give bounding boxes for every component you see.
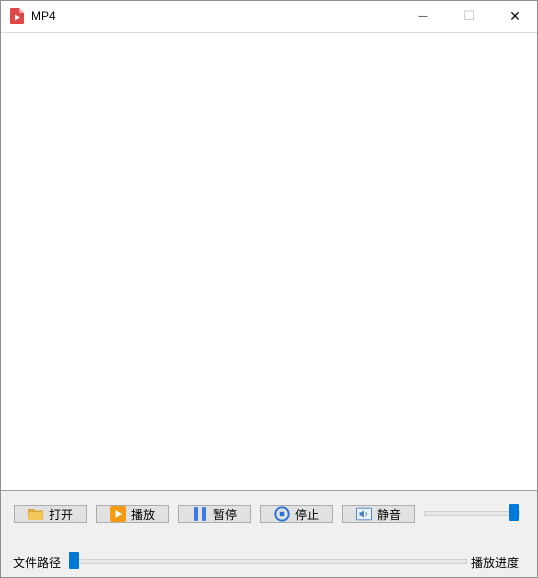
window-title: MP4 [31, 9, 56, 23]
mute-button-label: 静音 [376, 507, 401, 522]
volume-slider-thumb[interactable] [509, 504, 519, 521]
close-icon: ✕ [509, 8, 521, 25]
video-file-icon [10, 8, 24, 24]
app-window: MP4 — ☐ ✕ 打开 播放 暂停 停止 静音 文件路径 播放进度 [0, 0, 538, 578]
pause-icon [192, 506, 208, 522]
stop-button[interactable]: 停止 [260, 505, 333, 523]
stop-button-label: 停止 [294, 507, 319, 522]
minimize-icon: — [418, 11, 428, 22]
open-button-label: 打开 [48, 507, 73, 522]
volume-slider-track[interactable] [424, 511, 520, 516]
play-icon [109, 506, 126, 522]
stop-icon [274, 506, 290, 522]
maximize-button[interactable]: ☐ [446, 1, 492, 32]
pause-button-label: 暂停 [212, 507, 237, 522]
video-display-area[interactable] [1, 33, 537, 491]
close-button[interactable]: ✕ [492, 1, 538, 32]
mute-button[interactable]: 静音 [342, 505, 415, 523]
maximize-icon: ☐ [463, 9, 475, 24]
open-button[interactable]: 打开 [14, 505, 87, 523]
file-path-label: 文件路径 [13, 556, 62, 570]
pause-button[interactable]: 暂停 [178, 505, 251, 523]
playback-progress-label: 播放进度 [471, 556, 520, 570]
play-button[interactable]: 播放 [96, 505, 169, 523]
volume-icon [355, 506, 372, 522]
progress-slider-thumb[interactable] [69, 552, 79, 569]
title-bar[interactable]: MP4 — ☐ ✕ [1, 1, 537, 33]
folder-icon [27, 506, 44, 522]
minimize-button[interactable]: — [400, 1, 446, 32]
play-button-label: 播放 [130, 507, 155, 522]
progress-slider-track[interactable] [69, 559, 467, 564]
